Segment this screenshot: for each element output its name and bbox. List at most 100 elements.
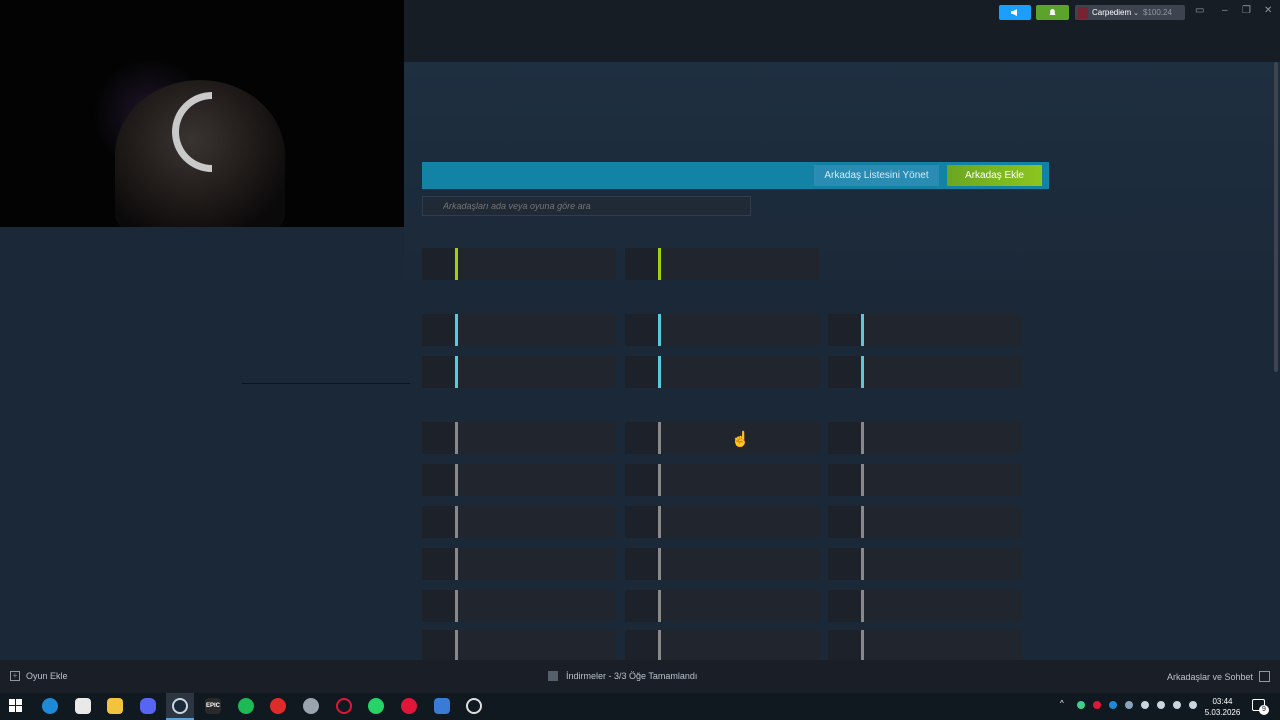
friend-avatar (422, 506, 455, 538)
windows-taskbar: EPIC ^ 03:44 5.03.2026 9 (0, 693, 1280, 720)
friend-avatar (422, 422, 455, 454)
friend-tile[interactable] (422, 630, 616, 662)
manage-friends-button[interactable]: Arkadaş Listesini Yönet (814, 165, 939, 186)
tray-green-icon[interactable] (1077, 701, 1085, 709)
friend-tile[interactable] (625, 548, 819, 580)
friend-tile[interactable] (422, 590, 616, 622)
friend-avatar (828, 506, 861, 538)
steam-icon[interactable] (172, 698, 188, 714)
friend-tile[interactable] (828, 630, 1022, 662)
clock[interactable]: 03:44 5.03.2026 (1200, 696, 1245, 718)
bluetooth-icon[interactable] (1109, 701, 1117, 709)
friend-tile[interactable] (625, 248, 819, 280)
spotify-icon[interactable] (238, 698, 254, 714)
divider (242, 383, 410, 384)
friend-avatar (625, 590, 658, 622)
friend-tile[interactable] (828, 548, 1022, 580)
app-blue-icon[interactable] (434, 698, 450, 714)
status-indicator (658, 356, 661, 388)
notifications-button[interactable] (1036, 5, 1069, 20)
account-menu[interactable]: Carpediem ⌄ $100.24 (1075, 5, 1185, 20)
obs-icon[interactable] (466, 698, 482, 714)
download-icon (548, 671, 558, 681)
big-picture-icon[interactable]: ▭ (1195, 4, 1204, 18)
friend-tile[interactable] (625, 422, 819, 454)
status-indicator (455, 506, 458, 538)
hand-cursor-icon: ☝ (731, 431, 750, 448)
status-indicator (455, 464, 458, 496)
minimize-icon[interactable]: – (1222, 4, 1228, 18)
chevron-up-icon[interactable]: ^ (1060, 699, 1068, 708)
friend-tile[interactable] (828, 356, 1022, 388)
friend-tile[interactable] (828, 464, 1022, 496)
restore-icon[interactable]: ❐ (1242, 4, 1251, 18)
avatar (1078, 6, 1088, 19)
friend-tile[interactable] (625, 506, 819, 538)
network-icon[interactable] (1157, 701, 1165, 709)
friend-avatar (625, 464, 658, 496)
friend-tile[interactable] (625, 630, 819, 662)
friends-chat-button[interactable]: Arkadaşlar ve Sohbet (1167, 671, 1270, 682)
status-indicator (658, 314, 661, 346)
whatsapp-icon[interactable] (368, 698, 384, 714)
friend-avatar (422, 356, 455, 388)
app-gray-icon[interactable] (303, 698, 319, 714)
windows-start-icon[interactable] (8, 698, 24, 714)
plus-icon: + (10, 671, 20, 681)
status-indicator (861, 356, 864, 388)
friend-search-input[interactable] (422, 196, 751, 216)
friend-tile[interactable] (625, 464, 819, 496)
friend-tile[interactable] (625, 590, 819, 622)
status-indicator (861, 630, 864, 662)
tray-red-icon[interactable] (1093, 701, 1101, 709)
friend-tile[interactable] (422, 548, 616, 580)
friend-tile[interactable] (828, 506, 1022, 538)
friends-chat-label: Arkadaşlar ve Sohbet (1166, 671, 1253, 682)
edge-icon[interactable] (42, 698, 58, 714)
scrollbar[interactable] (1274, 62, 1278, 372)
friend-tile[interactable] (422, 356, 616, 388)
downloads-status[interactable]: İndirmeler - 3/3 Öğe Tamamlandı (548, 671, 697, 681)
friend-tile[interactable] (422, 506, 616, 538)
friend-avatar (828, 590, 861, 622)
epic-games-icon[interactable]: EPIC (205, 698, 221, 714)
store-icon[interactable] (75, 698, 91, 714)
friend-tile[interactable] (422, 248, 616, 280)
steam-bottom-bar: + Oyun Ekle İndirmeler - 3/3 Öğe Tamamla… (0, 660, 1280, 693)
tray-app-icon[interactable] (1141, 701, 1149, 709)
friend-avatar (422, 630, 455, 662)
volume-icon[interactable] (1173, 701, 1181, 709)
app-red-icon[interactable] (270, 698, 286, 714)
status-indicator (455, 548, 458, 580)
friend-avatar (828, 422, 861, 454)
discord-icon[interactable] (140, 698, 156, 714)
friend-avatar (828, 356, 861, 388)
status-indicator (455, 630, 458, 662)
clock-time: 03:44 (1212, 697, 1233, 706)
friend-tile[interactable] (422, 464, 616, 496)
friend-tile[interactable] (422, 314, 616, 346)
app-red2-icon[interactable] (401, 698, 417, 714)
friend-avatar (625, 506, 658, 538)
friend-tile[interactable] (625, 314, 819, 346)
add-friend-button[interactable]: Arkadaş Ekle (947, 165, 1042, 186)
status-indicator (658, 248, 661, 280)
folder-icon[interactable] (107, 698, 123, 714)
status-indicator (658, 422, 661, 454)
friend-tile[interactable] (828, 422, 1022, 454)
tray-steam-icon[interactable] (1125, 701, 1133, 709)
friend-avatar (422, 464, 455, 496)
add-game-button[interactable]: + Oyun Ekle (10, 671, 68, 681)
friend-tile[interactable] (625, 356, 819, 388)
microphone-icon[interactable] (1189, 701, 1197, 709)
friend-tile[interactable] (422, 422, 616, 454)
friend-tile[interactable] (828, 314, 1022, 346)
friend-avatar (422, 314, 455, 346)
downloads-label: İndirmeler - 3/3 Öğe Tamamlandı (566, 671, 698, 681)
friend-tile[interactable] (828, 590, 1022, 622)
friend-avatar (828, 314, 861, 346)
opera-gx-icon[interactable] (336, 698, 352, 714)
announcements-button[interactable] (999, 5, 1031, 20)
close-icon[interactable]: ✕ (1264, 4, 1272, 18)
status-indicator (455, 356, 458, 388)
